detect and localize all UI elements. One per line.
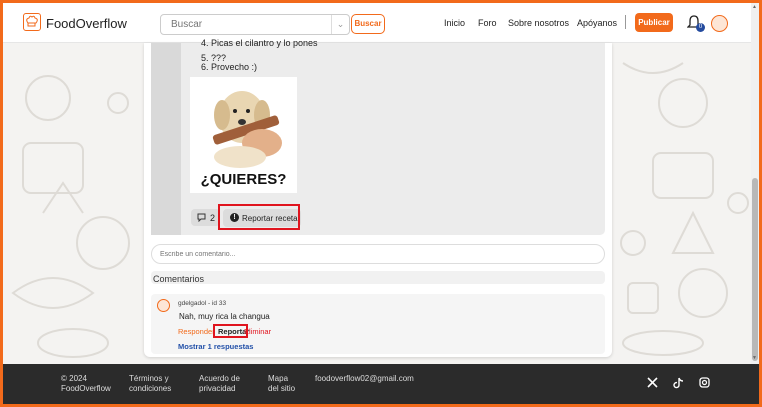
comments-header <box>151 271 605 284</box>
user-avatar[interactable] <box>711 15 728 32</box>
terms-line: condiciones <box>129 384 172 393</box>
notification-badge: 0 <box>696 23 705 32</box>
app-frame: FoodOverflow ⌄ Buscar Inicio Foro Sobre … <box>3 3 759 404</box>
scroll-up-arrow-icon[interactable]: ▲ <box>752 4 757 10</box>
footer-email[interactable]: foodoverflow02@gmail.com <box>315 374 414 384</box>
comment-author[interactable]: gdelgadol - id 33 <box>178 300 226 307</box>
comment-count-button[interactable]: 2 <box>191 209 220 226</box>
instagram-icon[interactable] <box>699 377 710 391</box>
nav-inicio[interactable]: Inicio <box>444 18 465 28</box>
puppy-illustration <box>212 91 282 168</box>
site-footer: © 2024 FoodOverflow Términos y condicion… <box>3 364 759 404</box>
comments-title: Comentarios <box>153 274 205 284</box>
comment-input[interactable] <box>151 244 605 264</box>
tiktok-icon[interactable] <box>673 377 684 392</box>
search-button[interactable]: Buscar <box>351 14 385 34</box>
nav-sobre-nosotros[interactable]: Sobre nosotros <box>508 18 569 28</box>
recipe-card: 4. Picas el cilantro y lo pones 5. ??? 6… <box>144 38 612 357</box>
terms-line: Términos y <box>129 374 169 383</box>
brand-name[interactable]: FoodOverflow <box>46 16 127 31</box>
chevron-down-icon[interactable]: ⌄ <box>331 15 349 34</box>
sitemap-line: Mapa <box>268 374 289 383</box>
sitemap-line: del sitio <box>268 384 296 393</box>
search-box: ⌄ <box>160 14 350 35</box>
search-input[interactable] <box>161 15 331 34</box>
chef-hat-icon[interactable] <box>23 13 41 31</box>
highlight-box-report-recipe <box>218 204 300 230</box>
footer-sitemap-link[interactable]: Mapa del sitio <box>268 374 295 394</box>
privacy-line: privacidad <box>199 384 236 393</box>
copyright-name: FoodOverflow <box>61 384 111 393</box>
scroll-down-arrow-icon[interactable]: ▼ <box>752 355 757 361</box>
nav-divider <box>625 15 626 29</box>
recipe-step: 6. Provecho :) <box>201 62 258 72</box>
comment-count: 2 <box>210 213 216 223</box>
show-replies-link[interactable]: Mostrar 1 respuestas <box>178 342 253 351</box>
highlight-box-report-comment <box>213 324 248 338</box>
meme-caption: ¿QUIERES? <box>200 171 287 188</box>
meme-image: ¿QUIERES? <box>190 77 297 193</box>
page-scrollbar[interactable]: ▲ ▼ <box>751 3 759 364</box>
top-navbar: FoodOverflow ⌄ Buscar Inicio Foro Sobre … <box>3 3 751 43</box>
privacy-line: Acuerdo de <box>199 374 240 383</box>
copyright-year: © 2024 <box>61 374 87 383</box>
comment-text: Nah, muy rica la changua <box>179 312 270 321</box>
reply-button[interactable]: Responder <box>178 327 215 336</box>
publish-button[interactable]: Publicar <box>635 13 673 32</box>
recipe-step: 4. Picas el cilantro y lo pones <box>201 38 318 48</box>
x-icon[interactable] <box>647 377 658 391</box>
nav-apoyanos[interactable]: Apóyanos <box>577 18 617 28</box>
footer-copyright: © 2024 FoodOverflow <box>61 374 111 394</box>
commenter-avatar[interactable] <box>157 299 170 312</box>
comment-bubble-icon <box>197 213 206 224</box>
footer-terms-link[interactable]: Términos y condiciones <box>129 374 171 394</box>
nav-foro[interactable]: Foro <box>478 18 497 28</box>
scroll-thumb[interactable] <box>752 178 758 361</box>
content-margin <box>151 43 181 235</box>
footer-privacy-link[interactable]: Acuerdo de privacidad <box>199 374 240 394</box>
delete-comment-button[interactable]: Eliminar <box>244 327 271 336</box>
